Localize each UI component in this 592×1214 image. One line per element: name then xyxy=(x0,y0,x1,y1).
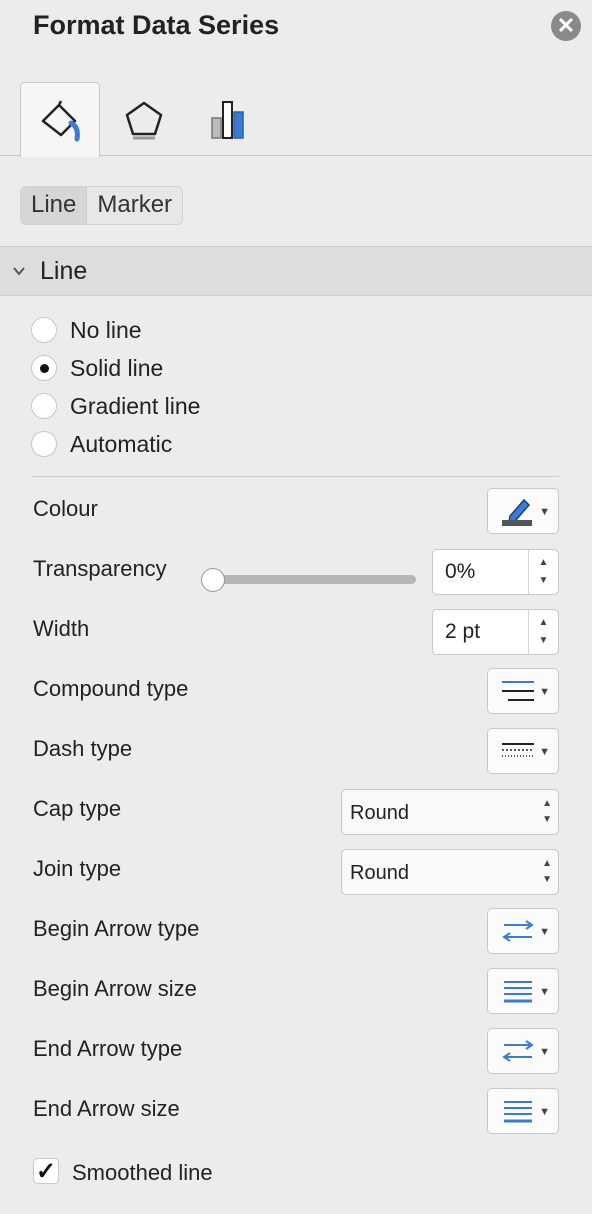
transparency-label: Transparency xyxy=(33,556,167,581)
dropdown-arrow-icon: ▼ xyxy=(539,746,550,758)
end-arrow-type-label: End Arrow type xyxy=(33,1036,183,1061)
join-type-select[interactable]: Round ▲ ▼ xyxy=(341,849,559,895)
arrow-size-icon xyxy=(504,1101,532,1123)
cap-type-label: Cap type xyxy=(33,796,122,821)
dropdown-arrow-icon: ▼ xyxy=(539,686,550,698)
radio-button[interactable] xyxy=(31,317,57,343)
radio-gradient-line[interactable]: Gradient line xyxy=(31,391,200,421)
smoothed-line-label: Smoothed line xyxy=(72,1160,213,1185)
dash-type-button[interactable]: ▼ xyxy=(487,728,559,774)
transparency-slider-track[interactable] xyxy=(210,575,416,584)
select-arrows-icon: ▲ ▼ xyxy=(542,858,552,885)
radio-button[interactable] xyxy=(31,431,57,457)
end-arrow-size-label: End Arrow size xyxy=(33,1096,180,1121)
join-type-label: Join type xyxy=(33,856,122,881)
panel-title: Format Data Series xyxy=(33,10,280,40)
end-arrow-type-button[interactable]: ▼ xyxy=(487,1028,559,1074)
smoothed-line-checkbox[interactable]: ✓ xyxy=(33,1157,59,1185)
close-icon: ✕ xyxy=(556,13,576,38)
segment-line[interactable]: Line xyxy=(21,187,87,224)
radio-solid-line[interactable]: Solid line xyxy=(31,353,163,383)
tab-effects[interactable] xyxy=(104,82,184,156)
compound-lines-icon xyxy=(502,681,534,701)
select-arrows-icon: ▲ ▼ xyxy=(542,798,552,825)
transparency-stepper[interactable]: 0% ▲ ▼ xyxy=(432,549,559,595)
dropdown-arrow-icon: ▼ xyxy=(539,1106,550,1118)
begin-arrow-type-label: Begin Arrow type xyxy=(33,916,200,941)
end-arrow-size-button[interactable]: ▼ xyxy=(487,1088,559,1134)
begin-arrow-type-button[interactable]: ▼ xyxy=(487,908,559,954)
compound-type-label: Compound type xyxy=(33,676,189,701)
radio-button-selected[interactable] xyxy=(31,355,57,381)
transparency-slider-handle[interactable] xyxy=(201,568,225,592)
effects-pentagon-icon xyxy=(125,101,163,140)
dash-lines-icon xyxy=(502,743,534,757)
colour-label: Colour xyxy=(33,496,98,521)
width-stepper[interactable]: 2 pt ▲ ▼ xyxy=(432,609,559,655)
cap-type-value: Round xyxy=(350,802,409,824)
radio-label: No line xyxy=(70,316,142,343)
segment-marker[interactable]: Marker xyxy=(86,187,182,224)
width-value[interactable]: 2 pt xyxy=(445,620,480,644)
dropdown-arrow-icon: ▼ xyxy=(539,926,550,938)
arrow-size-icon xyxy=(504,981,532,1003)
compound-type-button[interactable]: ▼ xyxy=(487,668,559,714)
radio-button[interactable] xyxy=(31,393,57,419)
width-label: Width xyxy=(33,616,90,641)
radio-no-line[interactable]: No line xyxy=(31,315,142,345)
colour-picker-button[interactable]: ▼ xyxy=(487,488,559,534)
begin-arrow-size-label: Begin Arrow size xyxy=(33,976,197,1001)
radio-label: Solid line xyxy=(70,354,164,381)
section-label: Line xyxy=(40,257,88,285)
arrow-type-icon xyxy=(502,1040,534,1062)
tab-strip xyxy=(0,82,592,157)
radio-automatic[interactable]: Automatic xyxy=(31,429,172,459)
checkmark-icon: ✓ xyxy=(35,1157,57,1185)
arrow-type-icon xyxy=(502,920,534,942)
dropdown-arrow-icon: ▼ xyxy=(539,1046,550,1058)
line-section-header[interactable]: Line xyxy=(0,246,592,296)
dropdown-arrow-icon: ▼ xyxy=(539,506,550,518)
radio-label: Automatic xyxy=(70,430,173,457)
tab-fill-line[interactable] xyxy=(20,82,100,157)
transparency-value[interactable]: 0% xyxy=(445,560,475,584)
pen-colour-icon xyxy=(502,498,532,526)
fill-line-icon xyxy=(41,100,80,142)
dropdown-arrow-icon: ▼ xyxy=(539,986,550,998)
begin-arrow-size-button[interactable]: ▼ xyxy=(487,968,559,1014)
cap-type-select[interactable]: Round ▲ ▼ xyxy=(341,789,559,835)
stepper-arrows-icon[interactable]: ▲ ▼ xyxy=(528,550,558,594)
close-button[interactable]: ✕ xyxy=(551,11,581,41)
join-type-value: Round xyxy=(350,862,409,884)
divider xyxy=(32,476,559,477)
series-options-bar-icon xyxy=(211,101,244,139)
radio-label: Gradient line xyxy=(70,392,201,419)
chevron-down-icon xyxy=(12,261,26,282)
line-marker-segmented-control: Line Marker xyxy=(20,186,184,225)
dash-type-label: Dash type xyxy=(33,736,133,761)
tab-series-options[interactable] xyxy=(188,82,268,156)
stepper-arrows-icon[interactable]: ▲ ▼ xyxy=(528,610,558,654)
